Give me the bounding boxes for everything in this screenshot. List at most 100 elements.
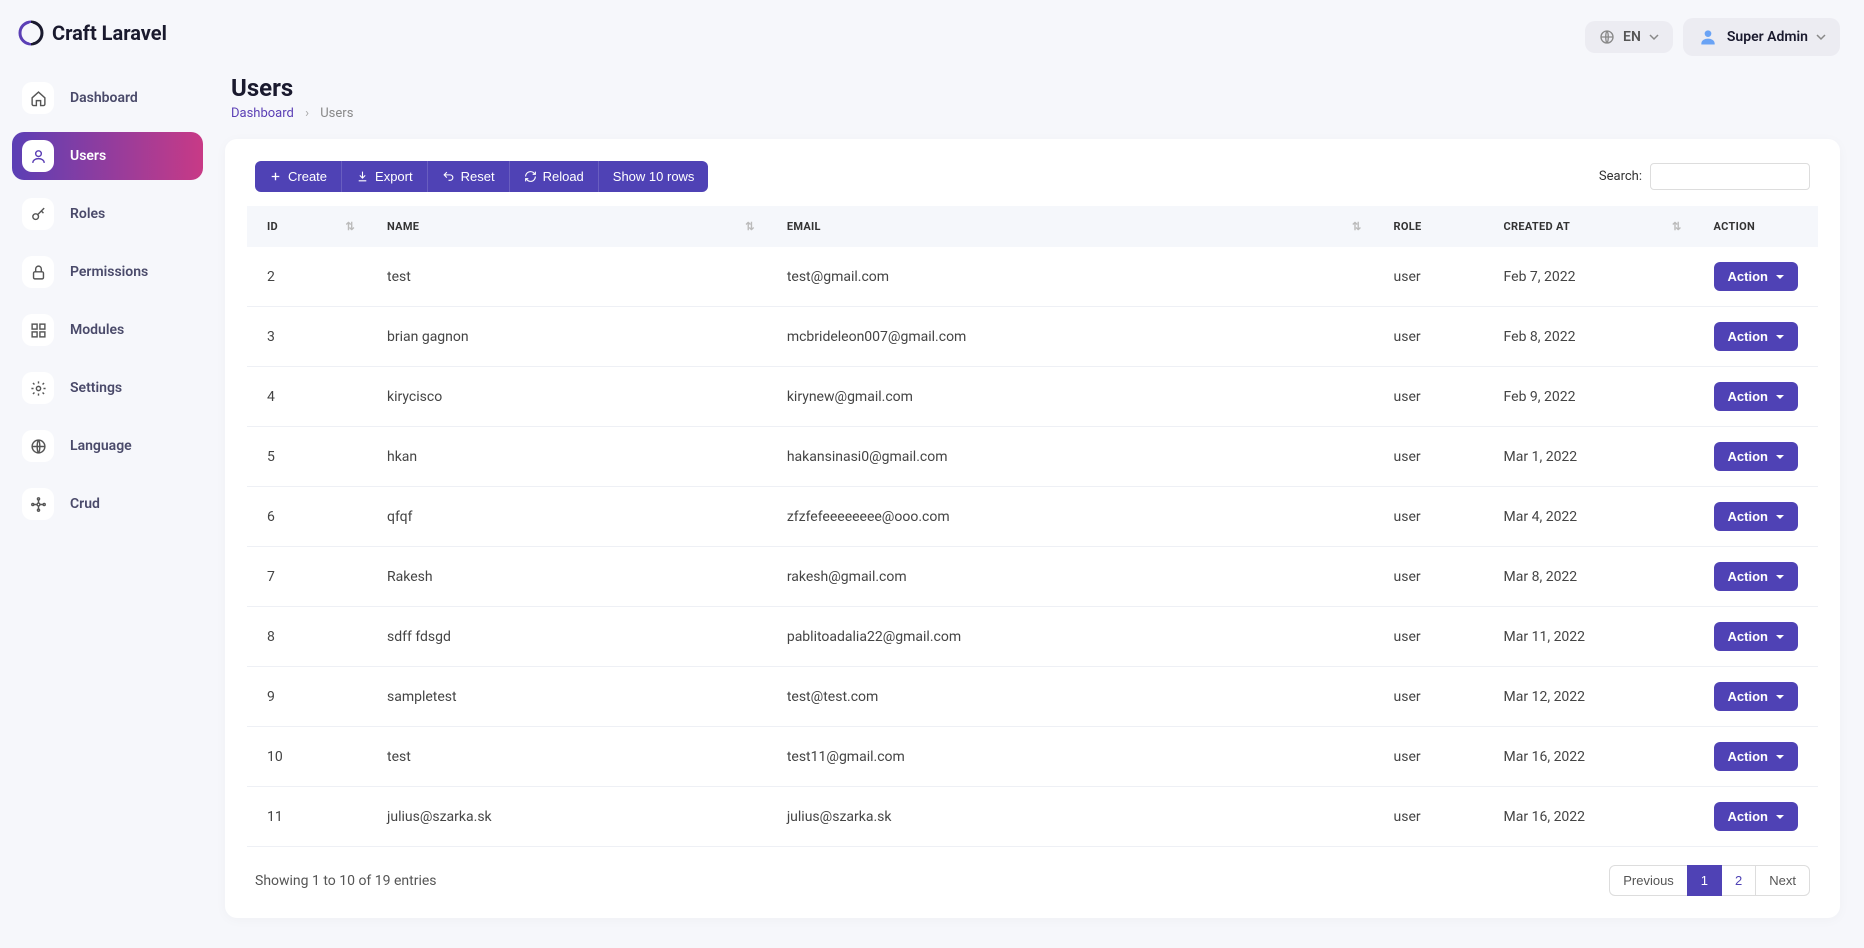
search-group: Search: <box>1599 163 1810 190</box>
sidebar-item-roles[interactable]: Roles <box>12 190 203 238</box>
cell-name: Rakesh <box>367 547 767 607</box>
sidebar-item-label: Language <box>70 438 132 454</box>
sidebar-item-language[interactable]: Language <box>12 422 203 470</box>
search-input[interactable] <box>1650 163 1810 190</box>
action-button[interactable]: Action <box>1714 502 1798 531</box>
users-table: ID NAME EMAIL ROLE CREATED AT ACTION 2 t… <box>247 206 1818 847</box>
cell-action: Action <box>1694 727 1818 787</box>
action-button[interactable]: Action <box>1714 742 1798 771</box>
sidebar-item-label: Users <box>70 148 106 164</box>
cell-action: Action <box>1694 607 1818 667</box>
cell-created-at: Mar 16, 2022 <box>1484 727 1694 787</box>
main: EN Super Admin Users Dashboard › Users <box>215 0 1864 948</box>
cell-role: user <box>1374 487 1484 547</box>
action-button[interactable]: Action <box>1714 442 1798 471</box>
col-email[interactable]: EMAIL <box>767 206 1374 247</box>
nav: Dashboard Users Roles Permissions Modules Set… <box>12 74 203 528</box>
table-row: 11 julius@szarka.sk julius@szarka.sk use… <box>247 787 1818 847</box>
cell-created-at: Mar 16, 2022 <box>1484 787 1694 847</box>
cell-role: user <box>1374 727 1484 787</box>
cell-name: hkan <box>367 427 767 487</box>
cell-email: hakansinasi0@gmail.com <box>767 427 1374 487</box>
action-button[interactable]: Action <box>1714 322 1798 351</box>
cell-created-at: Mar 1, 2022 <box>1484 427 1694 487</box>
table-footer: Showing 1 to 10 of 19 entries Previous12… <box>247 865 1818 896</box>
user-icon <box>22 140 54 172</box>
page-1[interactable]: 1 <box>1687 865 1722 896</box>
caret-down-icon <box>1776 335 1784 339</box>
plus-icon <box>269 170 282 183</box>
cell-id: 10 <box>247 727 367 787</box>
col-id[interactable]: ID <box>247 206 367 247</box>
cell-email: pablitoadalia22@gmail.com <box>767 607 1374 667</box>
cell-role: user <box>1374 667 1484 727</box>
reset-button[interactable]: Reset <box>428 161 510 192</box>
prev-button[interactable]: Previous <box>1609 865 1688 896</box>
page-title: Users <box>231 74 1840 102</box>
reload-button[interactable]: Reload <box>510 161 599 192</box>
caret-down-icon <box>1776 635 1784 639</box>
sidebar-item-permissions[interactable]: Permissions <box>12 248 203 296</box>
breadcrumb-current: Users <box>320 106 353 121</box>
action-button[interactable]: Action <box>1714 802 1798 831</box>
breadcrumb: Dashboard › Users <box>231 106 1840 121</box>
avatar-icon <box>1697 26 1719 48</box>
lock-icon <box>22 256 54 288</box>
cell-created-at: Mar 11, 2022 <box>1484 607 1694 667</box>
caret-down-icon <box>1776 575 1784 579</box>
cell-created-at: Mar 12, 2022 <box>1484 667 1694 727</box>
caret-down-icon <box>1776 515 1784 519</box>
sidebar-item-label: Roles <box>70 206 105 222</box>
sidebar: Craft Laravel Dashboard Users Roles Permiss… <box>0 0 215 948</box>
page-2[interactable]: 2 <box>1721 865 1756 896</box>
export-button[interactable]: Export <box>342 161 428 192</box>
cell-id: 9 <box>247 667 367 727</box>
table-row: 5 hkan hakansinasi0@gmail.com user Mar 1… <box>247 427 1818 487</box>
cell-name: brian gagnon <box>367 307 767 367</box>
next-button[interactable]: Next <box>1755 865 1810 896</box>
action-button[interactable]: Action <box>1714 262 1798 291</box>
action-button[interactable]: Action <box>1714 682 1798 711</box>
sidebar-item-crud[interactable]: Crud <box>12 480 203 528</box>
table-row: 10 test test11@gmail.com user Mar 16, 20… <box>247 727 1818 787</box>
cell-action: Action <box>1694 427 1818 487</box>
cell-created-at: Mar 4, 2022 <box>1484 487 1694 547</box>
language-selector[interactable]: EN <box>1585 21 1673 53</box>
caret-down-icon <box>1776 695 1784 699</box>
cell-created-at: Mar 8, 2022 <box>1484 547 1694 607</box>
cell-email: julius@szarka.sk <box>767 787 1374 847</box>
brand-icon <box>18 20 44 46</box>
sidebar-item-dashboard[interactable]: Dashboard <box>12 74 203 122</box>
sidebar-item-label: Dashboard <box>70 90 138 106</box>
action-button[interactable]: Action <box>1714 562 1798 591</box>
users-card: Create Export Reset Reload <box>225 139 1840 918</box>
col-created-at[interactable]: CREATED AT <box>1484 206 1694 247</box>
search-label: Search: <box>1599 169 1642 184</box>
key-icon <box>22 198 54 230</box>
show-rows-button[interactable]: Show 10 rows <box>599 161 709 192</box>
sidebar-item-users[interactable]: Users <box>12 132 203 180</box>
cell-id: 8 <box>247 607 367 667</box>
col-action: ACTION <box>1694 206 1818 247</box>
chevron-down-icon <box>1816 32 1826 42</box>
cell-role: user <box>1374 307 1484 367</box>
brand-logo[interactable]: Craft Laravel <box>12 20 203 74</box>
cell-role: user <box>1374 367 1484 427</box>
user-menu[interactable]: Super Admin <box>1683 18 1840 56</box>
create-button[interactable]: Create <box>255 161 342 192</box>
sidebar-item-settings[interactable]: Settings <box>12 364 203 412</box>
action-button[interactable]: Action <box>1714 382 1798 411</box>
reload-icon <box>524 170 537 183</box>
crud-icon <box>22 488 54 520</box>
sidebar-item-modules[interactable]: Modules <box>12 306 203 354</box>
cell-created-at: Feb 8, 2022 <box>1484 307 1694 367</box>
action-button[interactable]: Action <box>1714 622 1798 651</box>
sidebar-item-label: Modules <box>70 322 124 338</box>
caret-down-icon <box>1776 815 1784 819</box>
cell-name: test <box>367 727 767 787</box>
cell-name: qfqf <box>367 487 767 547</box>
col-name[interactable]: NAME <box>367 206 767 247</box>
breadcrumb-root[interactable]: Dashboard <box>231 106 294 121</box>
cell-name: sdff fdsgd <box>367 607 767 667</box>
table-row: 9 sampletest test@test.com user Mar 12, … <box>247 667 1818 727</box>
